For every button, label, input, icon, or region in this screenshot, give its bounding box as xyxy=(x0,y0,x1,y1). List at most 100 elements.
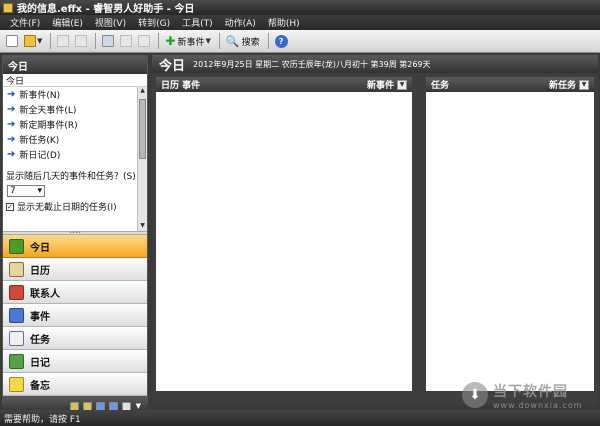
link-new-recurring-event[interactable]: ➔ 新定期事件(R) xyxy=(3,117,147,132)
nav-notes[interactable]: 备忘 xyxy=(3,373,147,396)
show-undated-checkbox[interactable]: ✓ xyxy=(6,202,14,211)
days-select[interactable]: 7 ▾ xyxy=(7,185,45,197)
help-button[interactable]: ? xyxy=(273,32,290,50)
status-bar: 需要帮助，请按 F1 xyxy=(0,410,600,426)
link-label: 新定期事件(R) xyxy=(19,121,78,131)
nav-events[interactable]: 事件 xyxy=(3,304,147,327)
events-column-header: 日历 事件 新事件 ▼ xyxy=(156,77,412,92)
new-task-link[interactable]: 新任务 ▼ xyxy=(549,78,589,91)
diary-icon xyxy=(9,353,24,369)
events-column-title: 日历 事件 xyxy=(161,81,201,91)
nav-today[interactable]: 今日 xyxy=(3,235,147,258)
print-button[interactable] xyxy=(55,32,71,50)
events-icon xyxy=(9,307,24,323)
menu-view[interactable]: 视图(V) xyxy=(95,16,126,29)
chevron-down-icon[interactable]: ▼ xyxy=(579,79,589,90)
new-event-label: 新事件 xyxy=(177,37,205,48)
preview-button[interactable] xyxy=(73,32,89,50)
watermark: ⬇ 当下软件园 www.downxia.com xyxy=(462,378,598,412)
print-preview-icon xyxy=(75,35,88,47)
search-button[interactable]: 🔍 搜索 xyxy=(224,32,262,50)
link-new-event[interactable]: ➔ 新事件(N) xyxy=(3,87,147,102)
nav-label: 事件 xyxy=(30,311,50,323)
chevron-down-icon[interactable]: ▼ xyxy=(136,402,141,410)
link-new-task[interactable]: ➔ 新任务(K) xyxy=(3,132,147,147)
chevron-down-icon: ▾ xyxy=(37,186,42,196)
tasks-column[interactable]: 任务 新任务 ▼ xyxy=(426,77,594,391)
tasks-column-title: 任务 xyxy=(431,81,450,91)
scroll-up-icon[interactable]: ▲ xyxy=(138,87,147,96)
notes-icon xyxy=(9,376,24,392)
new-event-link[interactable]: 新事件 ▼ xyxy=(367,78,407,91)
menu-file[interactable]: 文件(F) xyxy=(10,16,40,29)
cut-button[interactable] xyxy=(100,32,116,50)
nav-tasks[interactable]: 任务 xyxy=(3,327,147,350)
nav-label: 今日 xyxy=(30,242,50,254)
link-label: 新任务(K) xyxy=(19,136,60,146)
today-panel-scrollbar[interactable]: ▲ ▼ xyxy=(137,87,147,231)
tasks-column-header: 任务 新任务 ▼ xyxy=(426,77,594,92)
menu-goto[interactable]: 转到(G) xyxy=(138,16,170,29)
window-title: 我的信息.effx - 睿智男人好助手 - 今日 xyxy=(17,4,195,15)
link-label: 新全天事件(L) xyxy=(19,106,77,116)
arrow-right-icon: ➔ xyxy=(7,149,16,160)
events-column[interactable]: 日历 事件 新事件 ▼ xyxy=(156,77,412,391)
status-text: 需要帮助，请按 F1 xyxy=(4,414,81,425)
printer-icon xyxy=(57,35,70,47)
nav-label: 联系人 xyxy=(30,288,60,300)
menu-bar: 文件(F) 编辑(E) 视图(V) 转到(G) 工具(T) 动作(A) 帮助(H… xyxy=(0,15,600,30)
paste-button[interactable] xyxy=(136,32,152,50)
download-arrow-icon: ⬇ xyxy=(462,382,488,408)
nav-label: 备忘 xyxy=(30,380,50,392)
toolbar-separator xyxy=(267,33,269,49)
nav-label: 日历 xyxy=(30,265,50,277)
menu-tools[interactable]: 工具(T) xyxy=(182,16,213,29)
tasks-icon xyxy=(9,330,24,346)
calendar-icon xyxy=(9,261,24,277)
menu-help[interactable]: 帮助(H) xyxy=(268,16,300,29)
plus-icon: ✚ xyxy=(165,34,176,48)
link-label: 新事件(N) xyxy=(19,91,61,101)
show-undated-row[interactable]: ✓ 显示无截止日期的任务(I) xyxy=(3,200,147,213)
left-pane-header: 今日 xyxy=(3,56,147,74)
nav-buttons: 今日 日历 联系人 事件 任务 日记 备忘 xyxy=(3,235,147,396)
scroll-down-icon[interactable]: ▼ xyxy=(138,222,147,231)
help-icon: ? xyxy=(274,34,288,48)
nav-calendar[interactable]: 日历 xyxy=(3,258,147,281)
arrow-right-icon: ➔ xyxy=(7,89,16,100)
nav-diary[interactable]: 日记 xyxy=(3,350,147,373)
today-panel-title: 今日 xyxy=(3,74,147,87)
search-icon: 🔍 xyxy=(225,34,240,48)
arrow-right-icon: ➔ xyxy=(7,104,16,115)
chevron-down-icon[interactable]: ▼ xyxy=(397,79,407,90)
link-new-diary[interactable]: ➔ 新日记(D) xyxy=(3,147,147,162)
search-label: 搜索 xyxy=(241,37,260,48)
new-file-button[interactable] xyxy=(4,32,20,50)
paste-icon xyxy=(138,35,151,47)
title-bar: 我的信息.effx - 睿智男人好助手 - 今日 xyxy=(0,0,600,15)
days-value: 7 xyxy=(10,186,16,196)
link-label: 新日记(D) xyxy=(19,151,61,161)
watermark-url: www.downxia.com xyxy=(493,400,583,410)
arrow-right-icon: ➔ xyxy=(7,134,16,145)
show-undated-label: 显示无截止日期的任务(I) xyxy=(17,203,117,213)
nav-label: 日记 xyxy=(30,357,50,369)
new-file-icon xyxy=(6,35,18,47)
open-button[interactable]: ▼ xyxy=(22,32,44,50)
copy-button[interactable] xyxy=(118,32,134,50)
show-days-label: 显示随后几天的事件和任务？(S) xyxy=(6,172,136,182)
menu-actions[interactable]: 动作(A) xyxy=(225,16,256,29)
home-icon xyxy=(9,238,24,254)
toolbar-separator xyxy=(50,33,52,49)
new-event-button[interactable]: ✚ 新事件 ▼ xyxy=(163,32,212,50)
arrow-right-icon: ➔ xyxy=(7,119,16,130)
folder-open-icon xyxy=(24,35,36,47)
main-content: 今日 2012年9月25日 星期二 农历壬辰年(龙)八月初十 第39周 第269… xyxy=(152,55,598,405)
nav-contacts[interactable]: 联系人 xyxy=(3,281,147,304)
menu-edit[interactable]: 编辑(E) xyxy=(52,16,83,29)
watermark-name: 当下软件园 xyxy=(493,383,568,400)
link-new-allday-event[interactable]: ➔ 新全天事件(L) xyxy=(3,102,147,117)
toolbar-separator xyxy=(158,33,160,49)
scroll-thumb[interactable] xyxy=(139,99,146,159)
toolbar-separator xyxy=(95,33,97,49)
